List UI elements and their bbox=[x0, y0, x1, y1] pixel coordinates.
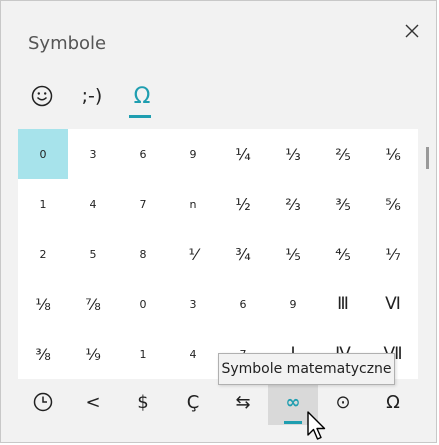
tab-kaomoji-label: ;-) bbox=[81, 85, 103, 107]
symbol-cell[interactable]: 1 bbox=[18, 179, 68, 229]
symbol-cell[interactable]: n bbox=[168, 179, 218, 229]
close-icon bbox=[405, 24, 419, 38]
category-latin-label: Ç bbox=[186, 391, 200, 413]
symbol-cell[interactable]: ⅕ bbox=[268, 229, 318, 279]
category-greek-label: Ω bbox=[386, 391, 400, 413]
symbol-cell[interactable]: ⅖ bbox=[318, 129, 368, 179]
tab-symbols-label: Ω bbox=[133, 83, 151, 109]
category-punctuation-label: < bbox=[85, 391, 101, 413]
symbol-cell[interactable]: 2 bbox=[18, 229, 68, 279]
tab-kaomoji[interactable]: ;-) bbox=[69, 75, 115, 117]
category-arrows-label: ⇆ bbox=[235, 391, 251, 413]
symbol-cell[interactable]: ⅟ bbox=[168, 229, 218, 279]
symbol-cell[interactable]: 6 bbox=[218, 279, 268, 329]
category-greek[interactable]: Ω bbox=[368, 379, 418, 425]
active-tab-indicator bbox=[129, 115, 151, 118]
tab-emoji[interactable] bbox=[19, 75, 65, 117]
symbol-cell[interactable]: 1 bbox=[118, 329, 168, 379]
panel-title: Symbole bbox=[28, 33, 107, 54]
symbol-cell[interactable]: ⅗ bbox=[318, 179, 368, 229]
symbol-panel: Symbole ;-) Ω 0369¼⅓⅖⅙147n½⅔⅗⅚258⅟¾⅕⅘⅐⅛⅞… bbox=[0, 0, 437, 443]
symbol-cell[interactable]: 4 bbox=[168, 329, 218, 379]
symbol-cell[interactable]: 0 bbox=[118, 279, 168, 329]
active-category-indicator bbox=[284, 421, 302, 424]
symbol-cell[interactable]: ⅔ bbox=[268, 179, 318, 229]
symbol-cell[interactable]: ⅘ bbox=[318, 229, 368, 279]
symbol-grid: 0369¼⅓⅖⅙147n½⅔⅗⅚258⅟¾⅕⅘⅐⅛⅞0369ⅢⅥ⅜⅑147ⅠⅣⅦ bbox=[18, 129, 418, 379]
symbol-cell[interactable]: 9 bbox=[268, 279, 318, 329]
symbol-cell[interactable]: 4 bbox=[68, 179, 118, 229]
symbol-cell[interactable]: ½ bbox=[218, 179, 268, 229]
symbol-cell[interactable]: 8 bbox=[118, 229, 168, 279]
symbol-cell[interactable]: 6 bbox=[118, 129, 168, 179]
symbol-cell[interactable]: ⅛ bbox=[18, 279, 68, 329]
category-bar: < $ Ç ⇆ ∞ ⊙ Ω bbox=[18, 379, 418, 431]
category-punctuation[interactable]: < bbox=[68, 379, 118, 425]
symbol-cell[interactable]: ⅓ bbox=[268, 129, 318, 179]
symbol-cell[interactable]: 5 bbox=[68, 229, 118, 279]
symbol-cell[interactable]: Ⅵ bbox=[368, 279, 418, 329]
symbol-cell[interactable]: 7 bbox=[118, 179, 168, 229]
category-geometric-label: ⊙ bbox=[335, 391, 351, 413]
symbol-cell[interactable]: 3 bbox=[168, 279, 218, 329]
category-latin[interactable]: Ç bbox=[168, 379, 218, 425]
scrollbar-thumb[interactable] bbox=[426, 147, 429, 169]
symbol-cell[interactable]: 3 bbox=[68, 129, 118, 179]
close-button[interactable] bbox=[399, 18, 425, 44]
category-currency[interactable]: $ bbox=[118, 379, 168, 425]
symbol-cell[interactable]: ⅜ bbox=[18, 329, 68, 379]
symbol-cell[interactable]: ¼ bbox=[218, 129, 268, 179]
symbol-cell[interactable]: ⅙ bbox=[368, 129, 418, 179]
symbol-cell[interactable]: ⅚ bbox=[368, 179, 418, 229]
symbol-cell[interactable]: ¾ bbox=[218, 229, 268, 279]
symbol-cell[interactable]: ⅐ bbox=[368, 229, 418, 279]
symbol-cell[interactable]: 9 bbox=[168, 129, 218, 179]
category-currency-label: $ bbox=[137, 391, 149, 413]
category-tooltip: Symbole matematyczne bbox=[218, 353, 395, 385]
tab-symbols[interactable]: Ω bbox=[119, 75, 165, 118]
symbol-cell[interactable]: ⅑ bbox=[68, 329, 118, 379]
symbol-cell[interactable]: 0 bbox=[18, 129, 68, 179]
category-math-label: ∞ bbox=[285, 391, 301, 413]
category-arrows[interactable]: ⇆ bbox=[218, 379, 268, 425]
clock-icon bbox=[33, 392, 53, 412]
mouse-cursor-icon bbox=[307, 411, 326, 440]
symbol-cell[interactable]: Ⅲ bbox=[318, 279, 368, 329]
smiley-icon bbox=[31, 85, 53, 107]
category-recent[interactable] bbox=[18, 379, 68, 425]
symbol-cell[interactable]: ⅞ bbox=[68, 279, 118, 329]
